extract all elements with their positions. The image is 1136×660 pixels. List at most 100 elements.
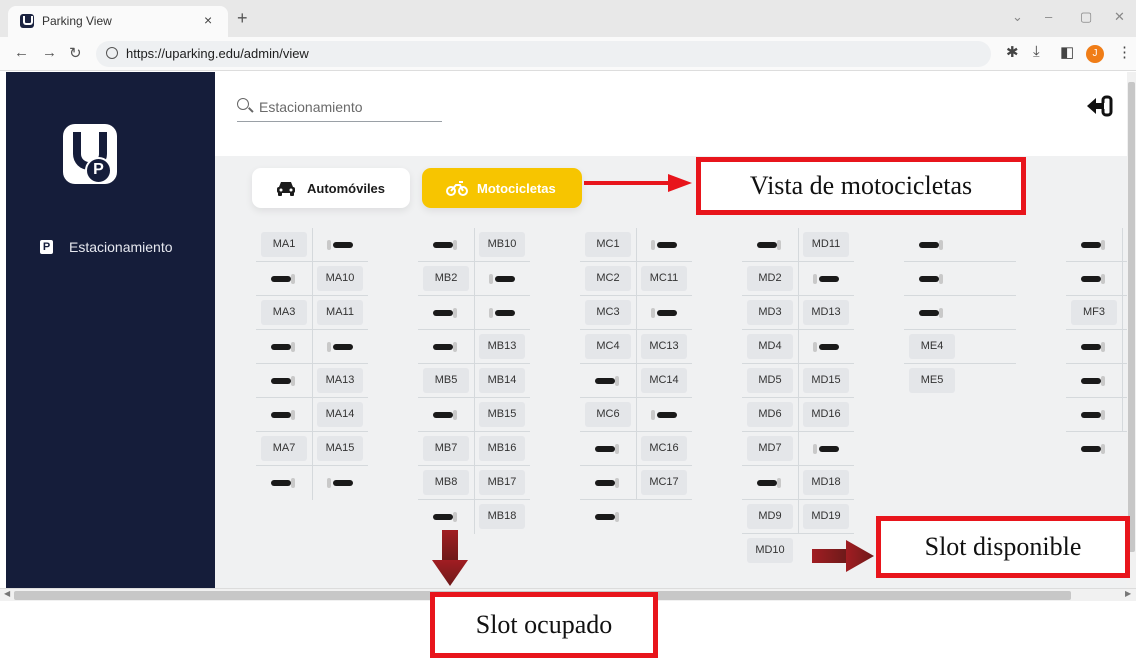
maximize-button[interactable]: ▢ — [1080, 9, 1092, 25]
occupied-slot[interactable] — [423, 402, 469, 427]
available-slot[interactable]: MB5 — [423, 368, 469, 393]
occupied-slot[interactable] — [1071, 436, 1117, 461]
occupied-slot[interactable] — [423, 504, 469, 529]
available-slot[interactable]: MA11 — [317, 300, 363, 325]
available-slot[interactable]: MD13 — [803, 300, 849, 325]
occupied-slot[interactable] — [803, 436, 849, 461]
occupied-slot[interactable] — [423, 300, 469, 325]
available-slot[interactable]: MD18 — [803, 470, 849, 495]
close-window-button[interactable]: ✕ — [1114, 9, 1125, 25]
available-slot[interactable]: ME4 — [909, 334, 955, 359]
occupied-slot[interactable] — [585, 470, 631, 495]
available-slot[interactable]: MD16 — [803, 402, 849, 427]
site-info-icon[interactable] — [106, 47, 118, 59]
occupied-slot[interactable] — [641, 300, 687, 325]
available-slot[interactable]: MB7 — [423, 436, 469, 461]
occupied-slot[interactable] — [747, 232, 793, 257]
available-slot[interactable]: MA13 — [317, 368, 363, 393]
available-slot[interactable]: MA14 — [317, 402, 363, 427]
minimize-button[interactable]: – — [1045, 9, 1052, 24]
occupied-slot[interactable] — [261, 402, 307, 427]
available-slot[interactable]: MC3 — [585, 300, 631, 325]
available-slot[interactable]: MC17 — [641, 470, 687, 495]
occupied-slot[interactable] — [1071, 402, 1117, 427]
available-slot[interactable]: MB2 — [423, 266, 469, 291]
profile-avatar[interactable]: J — [1086, 45, 1104, 63]
available-slot[interactable]: MA15 — [317, 436, 363, 461]
occupied-slot[interactable] — [641, 402, 687, 427]
browser-tab[interactable]: Parking View × — [8, 6, 228, 37]
occupied-slot[interactable] — [803, 334, 849, 359]
available-slot[interactable]: MD15 — [803, 368, 849, 393]
available-slot[interactable]: MD6 — [747, 402, 793, 427]
available-slot[interactable]: MF3 — [1071, 300, 1117, 325]
available-slot[interactable]: ME5 — [909, 368, 955, 393]
available-slot[interactable]: MA1 — [261, 232, 307, 257]
occupied-slot[interactable] — [585, 436, 631, 461]
available-slot[interactable]: MA7 — [261, 436, 307, 461]
scroll-right-icon[interactable]: ▶ — [1125, 589, 1131, 598]
logout-icon[interactable] — [1085, 94, 1115, 118]
reload-icon[interactable]: ↻ — [69, 44, 82, 62]
occupied-slot[interactable] — [909, 232, 955, 257]
available-slot[interactable]: MC1 — [585, 232, 631, 257]
occupied-slot[interactable] — [1071, 232, 1117, 257]
chevron-down-icon[interactable]: ⌄ — [1012, 9, 1023, 25]
available-slot[interactable]: MC11 — [641, 266, 687, 291]
available-slot[interactable]: MD11 — [803, 232, 849, 257]
available-slot[interactable]: MC16 — [641, 436, 687, 461]
occupied-slot[interactable] — [1071, 334, 1117, 359]
available-slot[interactable]: MD2 — [747, 266, 793, 291]
available-slot[interactable]: MC6 — [585, 402, 631, 427]
tab-automoviles[interactable]: Automóviles — [252, 168, 410, 208]
occupied-slot[interactable] — [423, 334, 469, 359]
scroll-left-icon[interactable]: ◀ — [4, 589, 10, 598]
extensions-icon[interactable]: ✱ — [1006, 43, 1019, 61]
available-slot[interactable]: MB10 — [479, 232, 525, 257]
url-field[interactable]: https://uparking.edu/admin/view — [96, 41, 991, 67]
occupied-slot[interactable] — [261, 470, 307, 495]
available-slot[interactable]: MD9 — [747, 504, 793, 529]
available-slot[interactable]: MB8 — [423, 470, 469, 495]
available-slot[interactable]: MC14 — [641, 368, 687, 393]
available-slot[interactable]: MA10 — [317, 266, 363, 291]
occupied-slot[interactable] — [261, 368, 307, 393]
occupied-slot[interactable] — [261, 334, 307, 359]
scrollbar-thumb[interactable] — [1128, 82, 1135, 552]
occupied-slot[interactable] — [585, 368, 631, 393]
available-slot[interactable]: MD4 — [747, 334, 793, 359]
occupied-slot[interactable] — [1071, 266, 1117, 291]
search-input[interactable] — [259, 96, 439, 118]
available-slot[interactable]: MD19 — [803, 504, 849, 529]
available-slot[interactable]: MA3 — [261, 300, 307, 325]
forward-icon[interactable]: → — [42, 44, 57, 61]
available-slot[interactable]: MD3 — [747, 300, 793, 325]
available-slot[interactable]: MB14 — [479, 368, 525, 393]
occupied-slot[interactable] — [803, 266, 849, 291]
available-slot[interactable]: MB15 — [479, 402, 525, 427]
occupied-slot[interactable] — [641, 232, 687, 257]
occupied-slot[interactable] — [317, 232, 363, 257]
download-icon[interactable]: ⤓ — [1033, 43, 1040, 60]
side-panel-icon[interactable]: ◧ — [1060, 43, 1074, 61]
back-icon[interactable]: ← — [14, 44, 29, 61]
available-slot[interactable]: MC4 — [585, 334, 631, 359]
vertical-scrollbar[interactable] — [1127, 72, 1136, 588]
menu-icon[interactable]: ⋮ — [1117, 43, 1132, 61]
occupied-slot[interactable] — [317, 334, 363, 359]
occupied-slot[interactable] — [423, 232, 469, 257]
new-tab-button[interactable]: + — [237, 8, 248, 29]
available-slot[interactable]: MD7 — [747, 436, 793, 461]
available-slot[interactable]: MB16 — [479, 436, 525, 461]
available-slot[interactable]: MC2 — [585, 266, 631, 291]
occupied-slot[interactable] — [479, 266, 525, 291]
occupied-slot[interactable] — [585, 504, 631, 529]
available-slot[interactable]: MB18 — [479, 504, 525, 529]
occupied-slot[interactable] — [909, 300, 955, 325]
available-slot[interactable]: MD10 — [747, 538, 793, 563]
occupied-slot[interactable] — [1071, 368, 1117, 393]
tab-close-button[interactable]: × — [204, 12, 212, 28]
available-slot[interactable]: MD5 — [747, 368, 793, 393]
occupied-slot[interactable] — [479, 300, 525, 325]
available-slot[interactable]: MC13 — [641, 334, 687, 359]
